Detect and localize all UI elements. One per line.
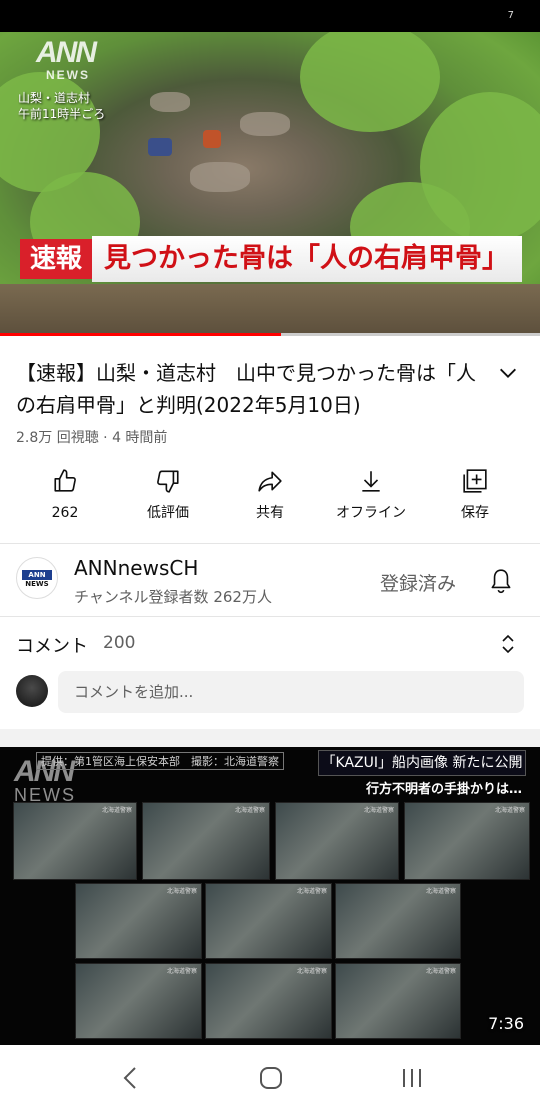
comments-label: コメント bbox=[16, 636, 88, 657]
thumb-tag: 北海道警察 bbox=[166, 888, 197, 895]
comments-count: 200 bbox=[103, 633, 136, 653]
save-playlist-icon bbox=[463, 469, 487, 493]
subscribed-button[interactable]: 登録済み bbox=[380, 569, 456, 596]
expand-icon[interactable] bbox=[500, 633, 516, 655]
channel-subscriber-count: チャンネル登録者数 262万人 bbox=[74, 588, 272, 606]
video-player[interactable]: ANN NEWS 山梨・道志村 午前11時半ごろ bbox=[0, 32, 540, 336]
thumbs-down-icon bbox=[157, 470, 179, 493]
rock bbox=[190, 162, 250, 192]
photo-thumb: 北海道警察 bbox=[142, 802, 270, 880]
ann-logo-sub: NEWS bbox=[46, 68, 90, 82]
photo-thumb: 北海道警察 bbox=[275, 802, 399, 880]
video-title[interactable]: 【速報】山梨・道志村 山中で見つかった骨は「人の右肩甲骨」と判明(2022年5月… bbox=[16, 357, 476, 421]
photo-thumb: 北海道警察 bbox=[205, 883, 332, 959]
dislike-label: 低評価 bbox=[147, 505, 189, 521]
download-label: オフライン bbox=[336, 505, 406, 521]
recents-icon[interactable] bbox=[400, 1065, 424, 1091]
thumb-tag: 北海道警察 bbox=[494, 807, 525, 814]
thumb-tag: 北海道警察 bbox=[234, 807, 265, 814]
photo-thumb: 北海道警察 bbox=[75, 883, 202, 959]
like-count: 262 bbox=[51, 505, 79, 521]
photo-thumb: 北海道警察 bbox=[75, 963, 202, 1039]
action-bar: 262 低評価 共有 オフライン 保存 bbox=[0, 462, 540, 532]
next-video-thumbnail[interactable]: ANN NEWS 提供：第1管区海上保安本部 撮影：北海道警察 「KAZUⅠ」船… bbox=[0, 747, 540, 1045]
photo-thumb: 北海道警察 bbox=[13, 802, 137, 880]
share-label: 共有 bbox=[256, 505, 284, 521]
channel-row[interactable]: ANN NEWS ANNnewsCH チャンネル登録者数 262万人 登録済み bbox=[0, 545, 540, 615]
thumb-tag: 北海道警察 bbox=[363, 807, 394, 814]
share-button[interactable]: 共有 bbox=[225, 462, 315, 522]
channel-avatar-news: NEWS bbox=[25, 580, 49, 588]
thumb-tag: 北海道警察 bbox=[425, 888, 456, 895]
location-caption: 山梨・道志村 午前11時半ごろ bbox=[18, 90, 105, 122]
next-video-subheadline: 行方不明者の手掛かりは… bbox=[366, 782, 523, 797]
signal-text: 7 bbox=[507, 10, 514, 21]
ann-logo: ANN bbox=[36, 36, 97, 69]
chevron-down-icon[interactable] bbox=[497, 362, 519, 384]
video-progress-fill bbox=[0, 333, 281, 336]
thumb-tag: 北海道警察 bbox=[425, 968, 456, 975]
rock bbox=[240, 112, 290, 136]
time-line: 午前11時半ごろ bbox=[18, 107, 106, 121]
person-figure bbox=[148, 138, 172, 156]
divider bbox=[0, 543, 540, 544]
download-button[interactable]: オフライン bbox=[325, 462, 417, 522]
channel-avatar-ann: ANN bbox=[22, 570, 52, 580]
foliage bbox=[300, 32, 440, 132]
share-icon bbox=[258, 471, 282, 492]
status-bar: 7 bbox=[0, 0, 540, 32]
photo-thumb: 北海道警察 bbox=[335, 883, 461, 959]
dislike-button[interactable]: 低評価 bbox=[123, 462, 213, 522]
comments-section[interactable]: コメント 200 コメントを追加... bbox=[0, 617, 540, 729]
credit-text: 提供：第1管区海上保安本部 撮影：北海道警察 bbox=[36, 752, 284, 770]
video-duration: 7:36 bbox=[488, 1014, 524, 1033]
video-progress-bar[interactable] bbox=[0, 333, 540, 336]
ground-strip bbox=[0, 284, 540, 336]
photo-thumb: 北海道警察 bbox=[404, 802, 530, 880]
save-label: 保存 bbox=[461, 505, 489, 521]
breaking-label: 速報 bbox=[20, 239, 92, 279]
home-icon[interactable] bbox=[258, 1065, 284, 1091]
thumb-tag: 北海道警察 bbox=[101, 807, 132, 814]
bell-icon[interactable] bbox=[488, 567, 514, 595]
thumb-tag: 北海道警察 bbox=[166, 968, 197, 975]
comment-input[interactable]: コメントを追加... bbox=[58, 671, 524, 713]
next-video-headline: 「KAZUⅠ」船内画像 新たに公開 bbox=[318, 750, 526, 776]
rock bbox=[150, 92, 190, 112]
user-avatar bbox=[16, 675, 48, 707]
location-line: 山梨・道志村 bbox=[18, 91, 91, 105]
video-meta: 2.8万 回視聴 · 4 時間前 bbox=[16, 430, 168, 446]
photo-thumb: 北海道警察 bbox=[205, 963, 332, 1039]
channel-name[interactable]: ANNnewsCH bbox=[74, 556, 198, 580]
like-button[interactable]: 262 bbox=[20, 462, 110, 521]
system-nav-bar bbox=[0, 1045, 540, 1110]
save-button[interactable]: 保存 bbox=[430, 462, 520, 522]
download-icon bbox=[362, 471, 380, 492]
person-figure bbox=[203, 130, 221, 148]
back-icon[interactable] bbox=[120, 1065, 142, 1091]
photo-thumb: 北海道警察 bbox=[335, 963, 461, 1039]
thumb-tag: 北海道警察 bbox=[296, 888, 327, 895]
thumb-tag: 北海道警察 bbox=[296, 968, 327, 975]
channel-avatar[interactable]: ANN NEWS bbox=[16, 557, 58, 599]
thumbs-up-icon bbox=[54, 469, 76, 492]
section-gap bbox=[0, 729, 540, 747]
breaking-headline: 見つかった骨は「人の右肩甲骨」 bbox=[92, 236, 522, 282]
